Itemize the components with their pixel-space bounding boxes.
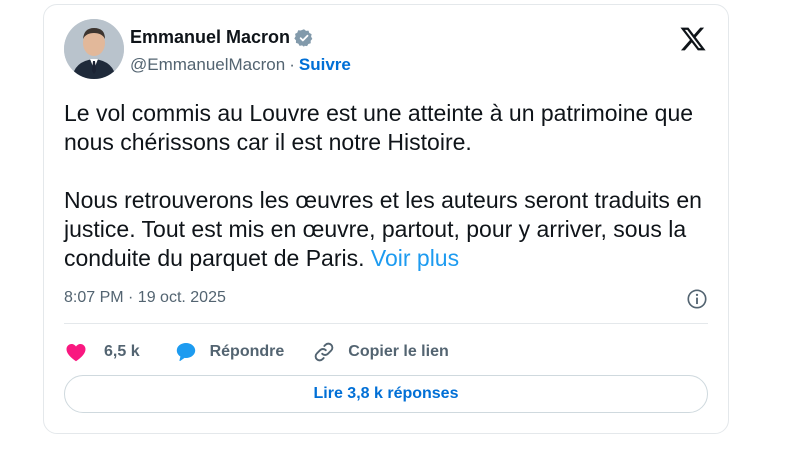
reply-label: Répondre	[209, 343, 285, 360]
see-more-link[interactable]: Voir plus	[371, 245, 459, 271]
author-handle-row: @EmmanuelMacron · Suivre	[130, 55, 351, 75]
author-name-row: Emmanuel Macron	[130, 27, 314, 48]
tweet-paragraph-1: Le vol commis au Louvre est une atteinte…	[64, 100, 694, 155]
action-bar: 6,5 k Répondre Copier le lien	[64, 340, 449, 364]
follow-button[interactable]: Suivre	[299, 55, 351, 75]
tweet-timestamp[interactable]: 8:07 PM · 19 oct. 2025	[64, 289, 226, 307]
info-icon[interactable]	[686, 288, 708, 310]
like-count: 6,5 k	[104, 343, 140, 360]
speech-bubble-icon	[176, 343, 195, 362]
divider	[64, 323, 708, 324]
copy-link-button[interactable]: Copier le lien	[312, 340, 449, 364]
copy-link-label: Copier le lien	[348, 343, 449, 360]
heart-icon	[66, 344, 86, 362]
avatar[interactable]	[64, 19, 124, 79]
x-logo-icon[interactable]	[678, 25, 708, 53]
tweet-card: Emmanuel Macron @EmmanuelMacron · Suivre…	[43, 4, 729, 434]
avatar-photo	[64, 19, 124, 79]
verified-badge-icon	[294, 28, 313, 47]
author-name[interactable]: Emmanuel Macron	[130, 27, 290, 48]
author-handle[interactable]: @EmmanuelMacron	[130, 55, 285, 75]
tweet-text: Le vol commis au Louvre est une atteinte…	[64, 99, 714, 273]
reply-button[interactable]: Répondre	[174, 340, 285, 364]
separator-dot: ·	[289, 55, 295, 74]
read-replies-button[interactable]: Lire 3,8 k réponses	[64, 375, 708, 413]
link-icon	[314, 342, 334, 362]
like-button[interactable]: 6,5 k	[64, 340, 140, 364]
tweet-paragraph-2: Nous retrouverons les œuvres et les aute…	[64, 186, 714, 273]
